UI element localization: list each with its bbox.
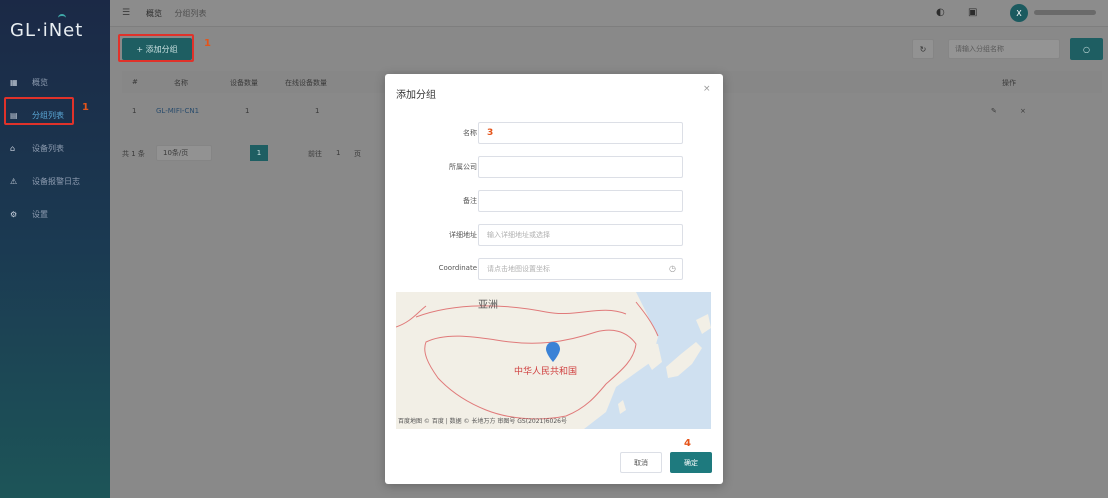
highlight-sidebar-group-list <box>4 97 74 125</box>
name-input[interactable]: 3 <box>478 122 683 144</box>
map-label-asia: 亚洲 <box>478 300 498 311</box>
logo-text: GL·iNet <box>10 20 84 41</box>
form-row-name: 名称 3 <box>385 122 723 144</box>
pager-goto-label: 前往 <box>308 150 322 158</box>
map-taiwan <box>618 400 626 414</box>
delete-icon[interactable]: × <box>1020 107 1026 115</box>
edit-icon[interactable]: ✎ <box>991 107 997 115</box>
remark-input[interactable] <box>478 190 683 212</box>
sidebar-item-overview[interactable]: ▦ 概览 <box>0 66 110 99</box>
router-icon: ⌂ <box>10 144 16 153</box>
gear-icon: ⚙ <box>10 210 18 219</box>
map-japan <box>666 342 702 378</box>
cell-online: 1 <box>315 107 320 115</box>
topbar: ☰ 概览 分组列表 ◐ ▣ X <box>110 0 1108 27</box>
logo: GL·iNet <box>10 14 84 41</box>
username[interactable] <box>1034 10 1096 15</box>
coordinate-placeholder: 请点击地图设置坐标 <box>487 265 550 273</box>
breadcrumb: 概览 分组列表 <box>146 8 207 19</box>
pager-total: 共 1 条 <box>122 150 145 158</box>
cell-name-link[interactable]: GL-MIFI-CN1 <box>156 107 199 115</box>
map-land <box>396 292 658 429</box>
sidebar-nav: ▦ 概览 ▤ 分组列表 ⌂ 设备列表 ⚠ 设备报警日志 ⚙ 设置 <box>0 66 110 231</box>
dialog-title: 添加分组 <box>396 90 436 101</box>
col-name: 名称 <box>174 79 188 87</box>
alert-icon: ⚠ <box>10 177 18 186</box>
cell-index: 1 <box>132 107 137 115</box>
wifi-icon <box>58 14 66 22</box>
col-online: 在线设备数量 <box>285 79 327 87</box>
sidebar-item-label: 设备报警日志 <box>32 177 80 186</box>
pager-goto-suffix: 页 <box>354 150 361 158</box>
sidebar-item-device-list[interactable]: ⌂ 设备列表 <box>0 132 110 165</box>
fullscreen-icon[interactable]: ▣ <box>968 7 977 18</box>
page-number-current[interactable]: 1 <box>250 145 268 161</box>
pager-goto-input[interactable]: 1 <box>336 149 340 157</box>
refresh-button[interactable]: ↻ <box>912 39 934 59</box>
clock-icon: ◷ <box>669 264 676 273</box>
location-map[interactable]: 亚洲 中华人民共和国 百度地图 © 百度 | 数据 © 长地万方 审图号 GS(… <box>396 292 711 429</box>
map-attribution: 百度地图 © 百度 | 数据 © 长地万方 审图号 GS(2021)6026号 <box>398 418 567 425</box>
avatar[interactable]: X <box>1010 4 1028 22</box>
field-label: 备注 <box>463 197 477 205</box>
form-row-remark: 备注 <box>385 190 723 212</box>
field-label: 详细地址 <box>449 231 477 239</box>
sidebar: GL·iNet ▦ 概览 ▤ 分组列表 ⌂ 设备列表 ⚠ 设备报警日志 ⚙ 设置 <box>0 0 110 498</box>
col-index: # <box>132 78 138 86</box>
field-label: 名称 <box>463 129 477 137</box>
coordinate-input[interactable]: 请点击地图设置坐标 ◷ <box>478 258 683 280</box>
sidebar-item-label: 概览 <box>32 78 48 87</box>
cell-devices: 1 <box>245 107 250 115</box>
search-button[interactable]: ○ <box>1070 38 1103 60</box>
address-input[interactable]: 输入详细地址或选择 <box>478 224 683 246</box>
map-graphic <box>396 292 711 429</box>
map-korea <box>644 342 662 370</box>
confirm-button[interactable]: 确定 <box>670 452 712 473</box>
breadcrumb-root[interactable]: 概览 <box>146 9 162 18</box>
col-devices: 设备数量 <box>230 79 258 87</box>
sidebar-item-label: 设备列表 <box>32 144 64 153</box>
step-marker-sidebar: 1 <box>82 102 89 113</box>
field-label: 所属公司 <box>449 163 477 171</box>
field-label: Coordinate <box>438 264 477 272</box>
step-marker-confirm: 4 <box>684 438 691 449</box>
sidebar-item-settings[interactable]: ⚙ 设置 <box>0 198 110 231</box>
theme-icon[interactable]: ◐ <box>936 7 945 18</box>
close-icon[interactable]: × <box>703 84 711 94</box>
menu-toggle-icon[interactable]: ☰ <box>122 8 130 18</box>
form-row-coordinate: Coordinate 请点击地图设置坐标 ◷ <box>385 258 723 280</box>
page-size-select[interactable]: 10条/页 <box>156 145 212 161</box>
add-group-dialog: 添加分组 × 名称 3 所属公司 备注 详细地址 输入详细地址或选择 Coord… <box>385 74 723 484</box>
form-row-address: 详细地址 输入详细地址或选择 <box>385 224 723 246</box>
map-japan-north <box>696 314 711 334</box>
cancel-button[interactable]: 取消 <box>620 452 662 473</box>
step-marker-add: 1 <box>204 38 211 49</box>
company-input[interactable] <box>478 156 683 178</box>
sidebar-item-label: 设置 <box>32 210 48 219</box>
step-marker-name: 3 <box>487 128 494 138</box>
sidebar-item-alarm-log[interactable]: ⚠ 设备报警日志 <box>0 165 110 198</box>
search-input[interactable]: 请输入分组名称 <box>948 39 1060 59</box>
grid-icon: ▦ <box>10 78 18 87</box>
form-row-company: 所属公司 <box>385 156 723 178</box>
breadcrumb-current: 分组列表 <box>174 9 207 18</box>
map-label-china: 中华人民共和国 <box>514 367 578 377</box>
highlight-add-group-button <box>118 34 194 62</box>
col-actions: 操作 <box>1002 79 1016 87</box>
